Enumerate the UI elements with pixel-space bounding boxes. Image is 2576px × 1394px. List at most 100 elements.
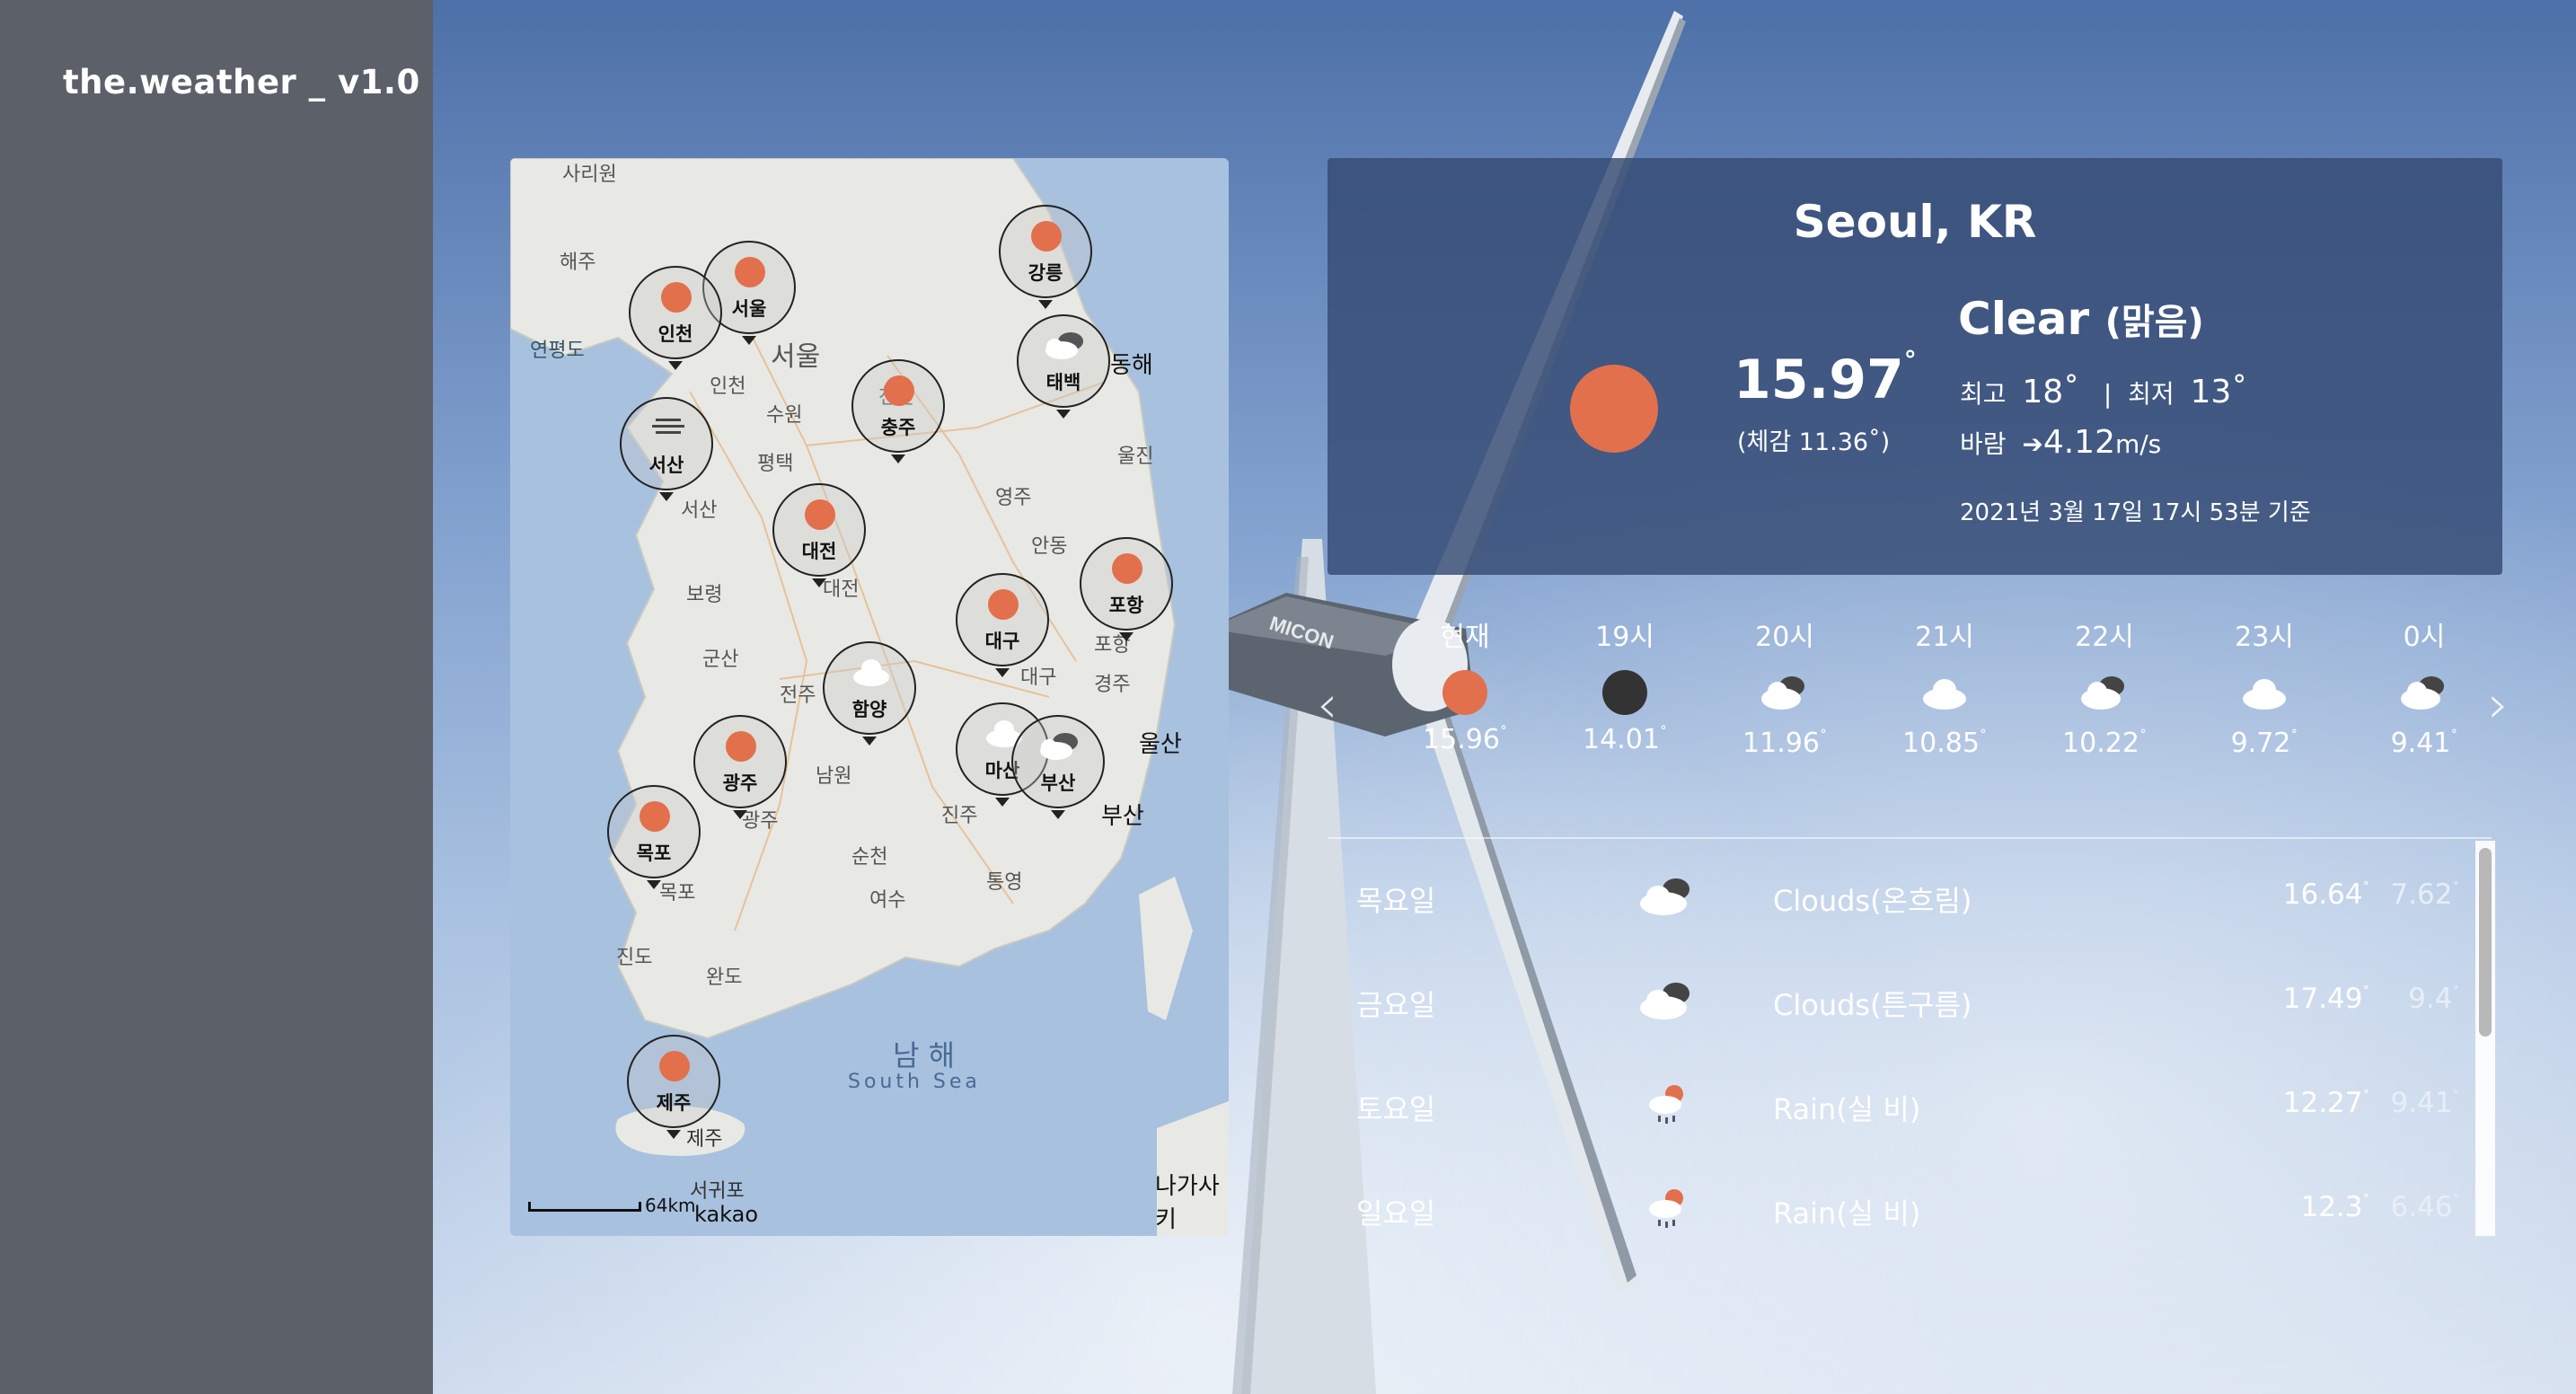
cloud-icon: [2243, 679, 2286, 710]
list-item: 금요일 Clouds(튼구름) 17.49˚ 9.4˚: [1328, 945, 2477, 1049]
pin-label: 제주: [656, 1092, 692, 1114]
cloud-dark-icon: [2081, 676, 2124, 710]
pin-label: 광주: [722, 772, 758, 794]
map-pin-daejeon[interactable]: 대전: [772, 483, 866, 587]
pin-label: 서산: [648, 454, 684, 476]
pin-label: 목포: [636, 843, 672, 864]
mist-icon: [652, 419, 684, 434]
feels-like: (체감 11.36˚): [1737, 428, 1891, 456]
map-label: 수원: [766, 404, 803, 427]
city-name: Seoul, KR: [1793, 196, 2037, 248]
hourly-item: 현재 15.96˚: [1423, 622, 1507, 755]
hourly-item: 23시 9.72˚: [2230, 622, 2298, 759]
rain-icon: [1649, 1189, 1683, 1228]
map-label: 평택: [757, 453, 794, 475]
cloud-dark-icon: [1761, 676, 1804, 710]
map-label: 남원: [816, 765, 852, 788]
section-divider: [1328, 837, 2492, 839]
map-pin-pohang[interactable]: 포항: [1080, 537, 1173, 641]
map-label: 나가사키: [1155, 1173, 1220, 1233]
cloud-icon: [1923, 679, 1966, 710]
map-label: 부산: [1101, 803, 1144, 830]
map-label: 서울: [771, 341, 821, 373]
min-max-temp: 최고 18˚ | 최저 13˚: [1960, 374, 2248, 410]
clouds-icon: [1640, 983, 1689, 1019]
hourly-item: 21시 10.85˚: [1902, 622, 1987, 759]
clouds-icon: [1045, 332, 1083, 359]
moon-icon: [1598, 668, 1652, 719]
pin-label: 태백: [1045, 372, 1081, 393]
map-label: 해주: [560, 251, 596, 274]
sun-icon: [735, 257, 765, 287]
hourly-item: 22시 10.22˚: [2062, 622, 2147, 759]
pin-label: 충주: [880, 417, 916, 438]
cloud-icon: [853, 659, 889, 686]
app-title: the.weather _ v1.0: [63, 63, 420, 101]
pin-label: 대구: [984, 631, 1020, 652]
map-pin-seosan[interactable]: 서산: [620, 397, 713, 501]
hourly-forecast: 현재 15.96˚ 19시 14.01˚ 20시 11.96˚ 21시 10.8…: [1328, 620, 2504, 799]
map-pin-mokpo[interactable]: 목포: [607, 785, 701, 889]
map-label: 울진: [1117, 446, 1154, 468]
sun-icon: [640, 801, 670, 832]
map-scale: 64km: [528, 1195, 696, 1216]
pin-label: 포항: [1108, 595, 1144, 616]
map-label: 진주: [941, 805, 978, 827]
map-pin-gangneung[interactable]: 강릉: [999, 205, 1092, 309]
map-label: 여수: [869, 889, 906, 912]
sun-icon: [1031, 221, 1062, 251]
map-label: 진도: [616, 947, 653, 969]
current-weather-card: Seoul, KR 15.97° (체감 11.36˚) Clear (맑음) …: [1328, 158, 2502, 575]
daily-forecast-list[interactable]: 목요일 Clouds(온흐림) 16.64˚ 7.62˚ 금요일 Clouds(…: [1328, 841, 2492, 1236]
map-pin-gwangju[interactable]: 광주: [693, 715, 787, 819]
map-label: 서산: [681, 499, 718, 522]
sun-icon: [1112, 553, 1142, 584]
wind-direction-icon: ➔: [2022, 429, 2043, 459]
scrollbar[interactable]: [2475, 841, 2495, 1236]
map-label: 순천: [851, 846, 888, 869]
map-label: South Sea: [848, 1071, 981, 1093]
clouds-icon: [1040, 733, 1078, 760]
rain-icon: [1649, 1085, 1683, 1124]
map-label: 영주: [995, 487, 1032, 509]
clouds-icon: [1640, 878, 1689, 915]
hourly-item: 0시 9.41˚: [2390, 622, 2458, 759]
pin-label: 인천: [657, 323, 693, 345]
map-pin-busan[interactable]: 부산: [1011, 715, 1105, 819]
map-label: 안동: [1031, 535, 1068, 558]
map-pin-jeju[interactable]: 제주: [627, 1035, 720, 1139]
sun-icon: [659, 1051, 690, 1081]
map-label: 전주: [780, 684, 816, 707]
list-item: 목요일 Clouds(온흐림) 16.64˚ 7.62˚: [1328, 841, 2477, 945]
map-pin-hamyang[interactable]: 함양: [823, 641, 916, 746]
map-label: 통영: [986, 871, 1023, 894]
map-label: 동해: [1110, 352, 1153, 379]
map-label: 광주: [742, 810, 779, 833]
pin-label: 강릉: [1028, 262, 1063, 284]
map-provider-logo: kakao: [694, 1202, 759, 1227]
cloud-dark-icon: [2401, 676, 2444, 710]
sun-icon: [1438, 668, 1492, 719]
sun-icon: [661, 282, 692, 313]
sun-icon: [726, 731, 756, 762]
map-pin-chungju[interactable]: 충주: [851, 359, 945, 463]
map-label: 울산: [1139, 731, 1182, 758]
condition: Clear (맑음): [1958, 293, 2204, 345]
map-label: 보령: [686, 584, 723, 606]
hourly-item: 19시 14.01˚: [1583, 622, 1667, 755]
korea-weather-map[interactable]: 사리원 해주 연평도 인천 서울 수원 평택 서산 천안 대전 보령 군산 전주…: [510, 158, 1229, 1236]
map-label: 남 해: [893, 1038, 956, 1072]
map-label: 대구: [1020, 666, 1057, 689]
pin-label: 함양: [851, 699, 887, 720]
pin-label: 대전: [801, 541, 837, 562]
list-item: 토요일 Rain(실 비) 12.27˚ 9.41˚: [1328, 1049, 2477, 1153]
map-label: 사리원: [562, 163, 617, 186]
map-pin-taebaek[interactable]: 태백: [1017, 314, 1110, 419]
map-label: 인천: [710, 375, 746, 398]
map-pin-daegu[interactable]: 대구: [956, 573, 1049, 677]
map-pin-incheon[interactable]: 인천: [629, 266, 722, 370]
map-label: 완도: [706, 966, 743, 989]
hourly-item: 20시 11.96˚: [1742, 622, 1827, 759]
scrollbar-thumb[interactable]: [2479, 848, 2492, 1037]
map-label: 대전: [823, 578, 860, 601]
